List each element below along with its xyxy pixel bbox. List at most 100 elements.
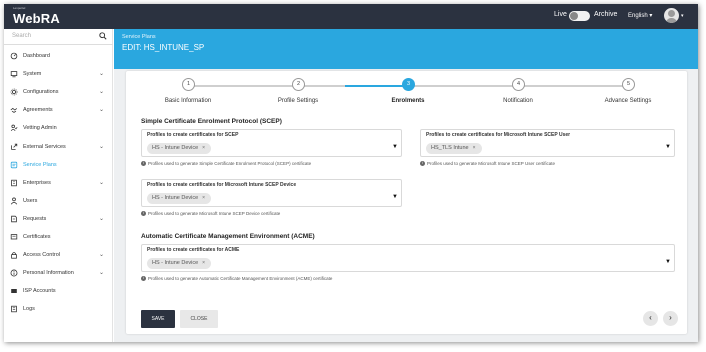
brand-logo[interactable]: Lexpertel WebRA: [13, 6, 60, 28]
system-icon: [10, 71, 18, 78]
archive-label: Archive: [594, 11, 618, 18]
previous-step-button[interactable]: ‹: [643, 311, 658, 326]
chevron-down-icon[interactable]: ⌄: [99, 215, 104, 222]
app-window: Lexpertel WebRA Live Archive English ▾ ▾…: [4, 4, 698, 342]
step-connector: [189, 85, 299, 87]
chevron-down-icon[interactable]: ⌄: [99, 269, 104, 276]
step-5-circle[interactable]: 5: [622, 78, 635, 91]
search-icon[interactable]: [99, 32, 107, 40]
ms-user-field-label: Profiles to create certificates for Micr…: [426, 132, 571, 138]
avatar[interactable]: [664, 8, 679, 23]
chip-remove-icon[interactable]: ×: [202, 145, 205, 151]
sidebar-item-label: Enterprises: [23, 179, 51, 186]
dropdown-caret-icon[interactable]: ▼: [392, 194, 398, 200]
search-input[interactable]: Search: [12, 33, 31, 39]
dashboard-icon: [10, 52, 18, 60]
profile-chip: HS - Intune Device ×: [147, 143, 212, 154]
step-4-circle[interactable]: 4: [512, 78, 525, 91]
sidebar-item-system[interactable]: System ⌄: [4, 68, 113, 82]
chip-label: HS - Intune Device: [152, 195, 199, 201]
sidebar-item-logs[interactable]: Logs: [4, 303, 113, 317]
content-area: 1 2 3 4 5 Basic Information Profile Sett…: [114, 69, 698, 342]
sidebar-item-enterprises[interactable]: Enterprises ⌄: [4, 177, 113, 191]
sidebar-item-vetting-admin[interactable]: Vetting Admin: [4, 122, 113, 136]
info-icon: [10, 269, 18, 277]
hint-text: Profiles used to generate Microsoft Intu…: [148, 211, 281, 216]
ms-device-field-label: Profiles to create certificates for Micr…: [147, 182, 297, 188]
step-4-label[interactable]: Notification: [463, 98, 573, 104]
page-title: EDIT: HS_INTUNE_SP: [122, 43, 205, 52]
chip-label: HS - Intune Device: [152, 260, 199, 266]
step-2-label[interactable]: Profile Settings: [243, 98, 353, 104]
sidebar-item-personal-information[interactable]: Personal Information ⌄: [4, 267, 113, 281]
step-connector: [409, 85, 519, 87]
acme-profile-select[interactable]: Profiles to create certificates for ACME…: [141, 244, 675, 272]
step-3-circle[interactable]: 3: [402, 78, 415, 91]
sidebar-item-service-plans[interactable]: Service Plans: [4, 159, 113, 173]
sidebar-item-users[interactable]: Users: [4, 195, 113, 209]
person-check-icon: [10, 125, 18, 132]
acme-section-title: Automatic Certificate Management Environ…: [141, 233, 315, 240]
chevron-down-icon[interactable]: ⌄: [99, 251, 104, 258]
info-icon: i: [141, 161, 146, 167]
page-header: Service Plans EDIT: HS_INTUNE_SP: [114, 29, 698, 69]
chevron-down-icon[interactable]: ⌄: [99, 70, 104, 77]
sidebar-item-label: Requests: [23, 215, 47, 222]
sidebar-item-agreements[interactable]: Agreements ⌄: [4, 104, 113, 118]
sidebar-item-certificates[interactable]: Certificates: [4, 231, 113, 245]
sidebar-item-configurations[interactable]: Configurations ⌄: [4, 86, 113, 100]
scep-field-hint: i Profiles used to generate Simple Certif…: [141, 161, 312, 167]
chevron-down-icon[interactable]: ⌄: [99, 143, 104, 150]
handshake-icon: [10, 108, 18, 114]
dropdown-caret-icon[interactable]: ▼: [392, 144, 398, 150]
sidebar-item-external-services[interactable]: External Services ⌄: [4, 141, 113, 155]
sidebar-item-access-control[interactable]: Access Control ⌄: [4, 249, 113, 263]
step-5-label[interactable]: Advance Settings: [573, 98, 683, 104]
step-2-circle[interactable]: 2: [292, 78, 305, 91]
live-archive-toggle[interactable]: [569, 11, 590, 21]
step-1-label[interactable]: Basic Information: [133, 98, 243, 104]
profile-chip: HS - Intune Device ×: [147, 258, 212, 269]
top-bar: Lexpertel WebRA Live Archive English ▾ ▾: [4, 4, 698, 29]
ms-intune-device-select[interactable]: Profiles to create certificates for Micr…: [141, 179, 402, 207]
sidebar-search[interactable]: Search: [4, 29, 113, 45]
ms-intune-user-select[interactable]: Profiles to create certificates for Micr…: [420, 129, 675, 157]
scep-profile-select[interactable]: Profiles to create certificates for SCEP…: [141, 129, 402, 157]
sidebar-item-label: Access Control: [23, 252, 60, 259]
chevron-down-icon[interactable]: ⌄: [99, 88, 104, 95]
save-button[interactable]: SAVE: [141, 310, 175, 328]
dropdown-caret-icon[interactable]: ▼: [665, 144, 671, 150]
sidebar-item-dashboard[interactable]: Dashboard: [4, 50, 113, 64]
acme-field-label: Profiles to create certificates for ACME: [147, 247, 240, 253]
language-selector[interactable]: English ▾: [628, 12, 652, 19]
info-icon: i: [141, 276, 146, 282]
plans-icon: [10, 161, 18, 168]
chevron-down-icon[interactable]: ⌄: [99, 179, 104, 186]
user-icon: [10, 197, 18, 205]
breadcrumb[interactable]: Service Plans: [122, 34, 156, 40]
chevron-down-icon[interactable]: ⌄: [99, 106, 104, 113]
chip-remove-icon[interactable]: ×: [202, 260, 205, 266]
requests-icon: [11, 215, 17, 223]
hint-text: Profiles used to generate Simple Certifi…: [148, 161, 312, 166]
dropdown-caret-icon[interactable]: ▼: [665, 259, 671, 265]
ms-device-field-hint: i Profiles used to generate Microsoft Int…: [141, 211, 281, 217]
step-connector: [519, 85, 629, 87]
chip-label: HS_TLS Intune: [431, 145, 469, 151]
gear-icon: [10, 88, 18, 96]
chip-remove-icon[interactable]: ×: [473, 145, 476, 151]
sidebar-item-label: Personal Information: [23, 270, 74, 277]
info-icon: i: [420, 161, 425, 167]
chip-remove-icon[interactable]: ×: [202, 195, 205, 201]
chip-label: HS - Intune Device: [152, 145, 199, 151]
user-menu-caret-icon[interactable]: ▾: [681, 13, 684, 19]
sidebar-item-isp-accounts[interactable]: ISP Accounts: [4, 285, 113, 299]
sidebar-item-label: ISP Accounts: [23, 288, 56, 295]
sidebar-item-label: System: [23, 71, 42, 78]
close-button[interactable]: CLOSE: [180, 310, 218, 328]
next-step-button[interactable]: ›: [663, 311, 678, 326]
step-3-label[interactable]: Enrolments: [353, 98, 463, 104]
step-1-circle[interactable]: 1: [182, 78, 195, 91]
profile-chip: HS_TLS Intune ×: [426, 143, 482, 154]
sidebar-item-requests[interactable]: Requests ⌄: [4, 213, 113, 227]
